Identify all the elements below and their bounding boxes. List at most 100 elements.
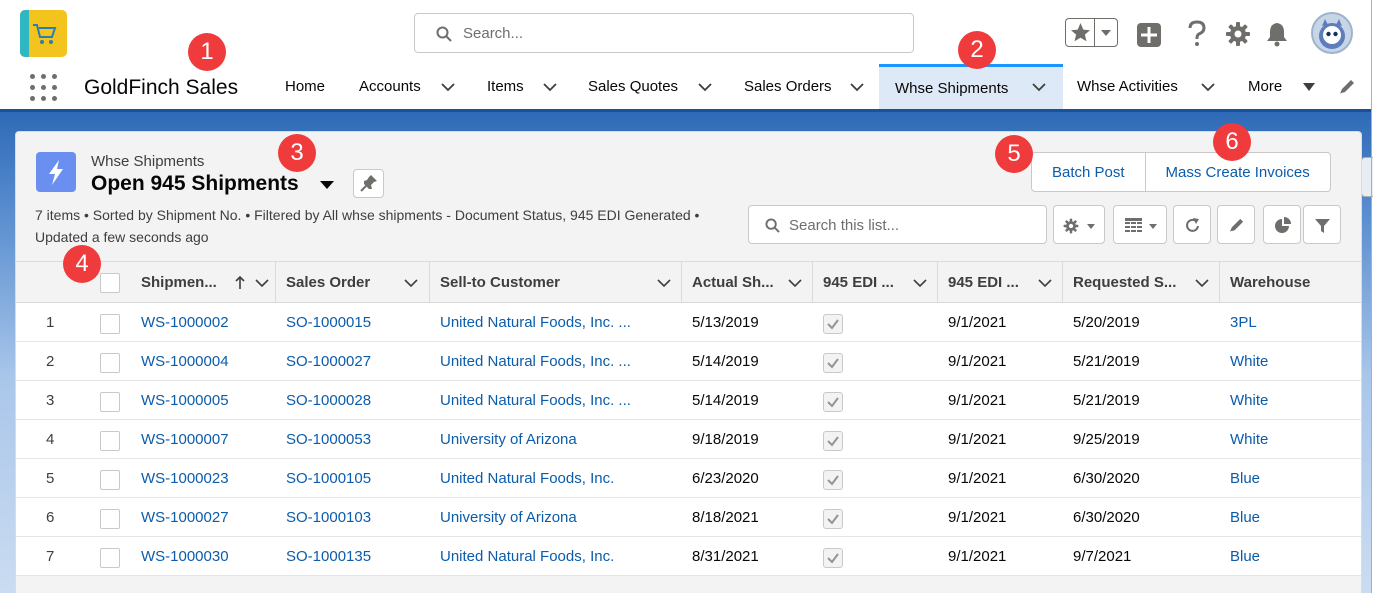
column-header-sell-to-customer[interactable]: Sell-to Customer	[429, 262, 682, 302]
nav-item-accounts[interactable]: Accounts	[359, 64, 459, 109]
add-icon[interactable]	[1136, 22, 1162, 48]
favorites-button[interactable]	[1066, 19, 1095, 46]
batch-post-button[interactable]: Batch Post	[1031, 152, 1146, 192]
shipment-link[interactable]: WS-1000004	[141, 342, 229, 380]
notification-bell-icon[interactable]	[1265, 21, 1289, 47]
warehouse-link[interactable]: Blue	[1230, 537, 1260, 575]
chevron-down-icon[interactable]	[913, 277, 927, 289]
customer-link[interactable]: United Natural Foods, Inc. ...	[440, 342, 631, 380]
app-launcher-icon[interactable]	[30, 74, 57, 101]
global-search-input[interactable]	[463, 22, 883, 44]
select-all-checkbox[interactable]	[100, 273, 120, 293]
list-search[interactable]	[748, 205, 1047, 244]
nav-item-home[interactable]: Home	[285, 64, 335, 109]
refresh-button[interactable]	[1173, 205, 1211, 244]
customer-link[interactable]: United Natural Foods, Inc. ...	[440, 303, 631, 341]
warehouse-link[interactable]: Blue	[1230, 459, 1260, 497]
sales-order-link[interactable]: SO-1000105	[286, 459, 371, 497]
chevron-down-icon[interactable]	[788, 277, 802, 289]
row-select-checkbox[interactable]	[100, 509, 120, 529]
chevron-down-icon[interactable]	[1195, 277, 1209, 289]
chevron-down-icon[interactable]	[1201, 80, 1215, 94]
inline-edit-button[interactable]	[1217, 205, 1255, 244]
requested-ship-date: 9/7/2021	[1073, 547, 1132, 565]
table-row: 6 WS-1000027 SO-1000103 University of Ar…	[16, 498, 1361, 537]
nav-item-more[interactable]: More	[1248, 64, 1320, 109]
chevron-down-icon[interactable]	[543, 80, 557, 94]
edi-generated-checkbox	[823, 509, 843, 529]
list-view-switcher-caret-icon[interactable]	[318, 179, 336, 191]
nav-item-whse-shipments[interactable]: Whse Shipments	[879, 64, 1063, 109]
chevron-down-icon[interactable]	[1038, 277, 1052, 289]
chevron-down-icon[interactable]	[404, 277, 418, 289]
display-as-button[interactable]	[1113, 205, 1167, 244]
checkmark-icon	[827, 475, 839, 486]
chevron-down-icon[interactable]	[850, 80, 864, 94]
checkmark-icon	[827, 436, 839, 447]
customer-link[interactable]: United Natural Foods, Inc. ...	[440, 381, 631, 419]
chevron-down-icon[interactable]	[441, 80, 455, 94]
sales-order-link[interactable]: SO-1000015	[286, 303, 371, 341]
chevron-down-icon[interactable]	[255, 277, 269, 289]
pin-list-button[interactable]	[353, 169, 384, 198]
list-view-title[interactable]: Open 945 Shipments	[91, 172, 299, 196]
customer-link[interactable]: United Natural Foods, Inc.	[440, 537, 614, 575]
nav-item-sales-orders[interactable]: Sales Orders	[744, 64, 869, 109]
star-icon	[1071, 23, 1090, 42]
row-select-checkbox[interactable]	[100, 353, 120, 373]
charts-button[interactable]	[1263, 205, 1301, 244]
row-select-checkbox[interactable]	[100, 392, 120, 412]
chevron-down-icon[interactable]	[1032, 80, 1046, 94]
setup-gear-icon[interactable]	[1225, 21, 1251, 47]
column-header-sales-order[interactable]: Sales Order	[275, 262, 430, 302]
column-header-shipment[interactable]: Shipmen...	[121, 262, 276, 302]
warehouse-link[interactable]: White	[1230, 420, 1268, 458]
column-header-warehouse[interactable]: Warehouse	[1219, 262, 1361, 302]
sales-order-link[interactable]: SO-1000028	[286, 381, 371, 419]
shipment-link[interactable]: WS-1000002	[141, 303, 229, 341]
nav-item-whse-activities[interactable]: Whse Activities	[1077, 64, 1217, 109]
warehouse-link[interactable]: White	[1230, 342, 1268, 380]
row-select-checkbox[interactable]	[100, 431, 120, 451]
checkmark-icon	[827, 358, 839, 369]
avatar[interactable]	[1311, 12, 1353, 54]
customer-link[interactable]: University of Arizona	[440, 498, 577, 536]
global-search[interactable]	[414, 13, 914, 53]
column-header-945-edi-generated[interactable]: 945 EDI ...	[812, 262, 938, 302]
shipment-link[interactable]: WS-1000007	[141, 420, 229, 458]
shipment-link[interactable]: WS-1000027	[141, 498, 229, 536]
warehouse-link[interactable]: White	[1230, 381, 1268, 419]
customer-link[interactable]: United Natural Foods, Inc.	[440, 459, 614, 497]
column-header-actual-shipment-date[interactable]: Actual Sh...	[681, 262, 813, 302]
shipment-link[interactable]: WS-1000023	[141, 459, 229, 497]
shipment-link[interactable]: WS-1000030	[141, 537, 229, 575]
sales-order-link[interactable]: SO-1000103	[286, 498, 371, 536]
chevron-down-icon[interactable]	[657, 277, 671, 289]
chevron-down-icon[interactable]	[698, 80, 712, 94]
column-header-requested-ship-date[interactable]: Requested S...	[1062, 262, 1220, 302]
shipment-link[interactable]: WS-1000005	[141, 381, 229, 419]
app-logo[interactable]	[20, 10, 67, 57]
customer-link[interactable]: University of Arizona	[440, 420, 577, 458]
row-select-checkbox[interactable]	[100, 548, 120, 568]
help-icon[interactable]	[1187, 20, 1207, 48]
caret-down-icon[interactable]	[1302, 81, 1316, 93]
row-select-checkbox[interactable]	[100, 314, 120, 334]
list-search-input[interactable]	[789, 215, 1029, 235]
warehouse-link[interactable]: 3PL	[1230, 303, 1257, 341]
list-settings-button[interactable]	[1053, 205, 1105, 244]
edi-date: 9/1/2021	[948, 430, 1007, 448]
column-header-945-edi-date[interactable]: 945 EDI ...	[937, 262, 1063, 302]
sales-order-link[interactable]: SO-1000135	[286, 537, 371, 575]
warehouse-link[interactable]: Blue	[1230, 498, 1260, 536]
checkmark-icon	[827, 397, 839, 408]
sales-order-link[interactable]: SO-1000053	[286, 420, 371, 458]
nav-item-sales-quotes[interactable]: Sales Quotes	[588, 64, 718, 109]
nav-item-items[interactable]: Items	[487, 64, 562, 109]
row-number: 5	[46, 469, 55, 487]
edit-nav-pencil-icon[interactable]	[1338, 78, 1356, 96]
sales-order-link[interactable]: SO-1000027	[286, 342, 371, 380]
favorites-dropdown-button[interactable]	[1095, 19, 1117, 46]
filters-button[interactable]	[1303, 205, 1341, 244]
row-select-checkbox[interactable]	[100, 470, 120, 490]
